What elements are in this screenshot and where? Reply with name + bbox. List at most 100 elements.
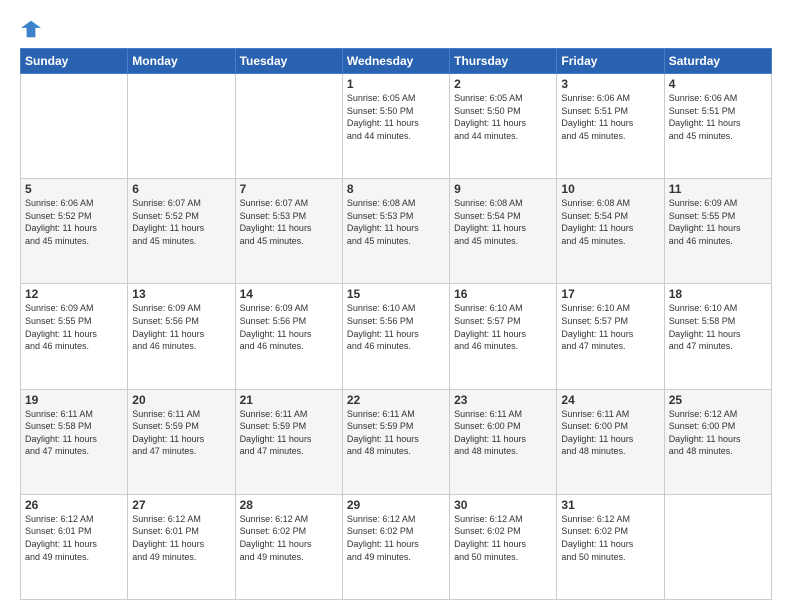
cell-info: Sunrise: 6:12 AM Sunset: 6:00 PM Dayligh… [669, 408, 767, 458]
cell-info: Sunrise: 6:06 AM Sunset: 5:52 PM Dayligh… [25, 197, 123, 247]
calendar-cell: 6Sunrise: 6:07 AM Sunset: 5:52 PM Daylig… [128, 179, 235, 284]
calendar-cell: 14Sunrise: 6:09 AM Sunset: 5:56 PM Dayli… [235, 284, 342, 389]
calendar-cell: 9Sunrise: 6:08 AM Sunset: 5:54 PM Daylig… [450, 179, 557, 284]
calendar-cell: 31Sunrise: 6:12 AM Sunset: 6:02 PM Dayli… [557, 494, 664, 599]
calendar-body: 1Sunrise: 6:05 AM Sunset: 5:50 PM Daylig… [21, 74, 772, 600]
cell-day-number: 23 [454, 393, 552, 407]
header-day-wednesday: Wednesday [342, 49, 449, 74]
cell-day-number: 21 [240, 393, 338, 407]
cell-info: Sunrise: 6:12 AM Sunset: 6:01 PM Dayligh… [25, 513, 123, 563]
cell-info: Sunrise: 6:11 AM Sunset: 6:00 PM Dayligh… [454, 408, 552, 458]
calendar-cell: 2Sunrise: 6:05 AM Sunset: 5:50 PM Daylig… [450, 74, 557, 179]
calendar-cell: 27Sunrise: 6:12 AM Sunset: 6:01 PM Dayli… [128, 494, 235, 599]
header-day-thursday: Thursday [450, 49, 557, 74]
cell-info: Sunrise: 6:06 AM Sunset: 5:51 PM Dayligh… [561, 92, 659, 142]
calendar-table: SundayMondayTuesdayWednesdayThursdayFrid… [20, 48, 772, 600]
cell-day-number: 12 [25, 287, 123, 301]
calendar-cell: 5Sunrise: 6:06 AM Sunset: 5:52 PM Daylig… [21, 179, 128, 284]
calendar-cell: 17Sunrise: 6:10 AM Sunset: 5:57 PM Dayli… [557, 284, 664, 389]
cell-info: Sunrise: 6:09 AM Sunset: 5:55 PM Dayligh… [25, 302, 123, 352]
cell-day-number: 10 [561, 182, 659, 196]
calendar-cell [235, 74, 342, 179]
cell-info: Sunrise: 6:12 AM Sunset: 6:02 PM Dayligh… [240, 513, 338, 563]
calendar-cell: 21Sunrise: 6:11 AM Sunset: 5:59 PM Dayli… [235, 389, 342, 494]
cell-info: Sunrise: 6:12 AM Sunset: 6:01 PM Dayligh… [132, 513, 230, 563]
calendar-week-2: 5Sunrise: 6:06 AM Sunset: 5:52 PM Daylig… [21, 179, 772, 284]
cell-day-number: 17 [561, 287, 659, 301]
page: SundayMondayTuesdayWednesdayThursdayFrid… [0, 0, 792, 612]
calendar-cell: 4Sunrise: 6:06 AM Sunset: 5:51 PM Daylig… [664, 74, 771, 179]
cell-day-number: 30 [454, 498, 552, 512]
header-day-tuesday: Tuesday [235, 49, 342, 74]
header-day-friday: Friday [557, 49, 664, 74]
cell-info: Sunrise: 6:12 AM Sunset: 6:02 PM Dayligh… [347, 513, 445, 563]
cell-info: Sunrise: 6:09 AM Sunset: 5:55 PM Dayligh… [669, 197, 767, 247]
cell-day-number: 19 [25, 393, 123, 407]
cell-info: Sunrise: 6:06 AM Sunset: 5:51 PM Dayligh… [669, 92, 767, 142]
calendar-cell: 16Sunrise: 6:10 AM Sunset: 5:57 PM Dayli… [450, 284, 557, 389]
calendar-cell: 8Sunrise: 6:08 AM Sunset: 5:53 PM Daylig… [342, 179, 449, 284]
cell-info: Sunrise: 6:08 AM Sunset: 5:54 PM Dayligh… [561, 197, 659, 247]
cell-info: Sunrise: 6:10 AM Sunset: 5:58 PM Dayligh… [669, 302, 767, 352]
cell-info: Sunrise: 6:07 AM Sunset: 5:52 PM Dayligh… [132, 197, 230, 247]
cell-info: Sunrise: 6:11 AM Sunset: 6:00 PM Dayligh… [561, 408, 659, 458]
calendar-cell: 12Sunrise: 6:09 AM Sunset: 5:55 PM Dayli… [21, 284, 128, 389]
cell-day-number: 6 [132, 182, 230, 196]
calendar-week-5: 26Sunrise: 6:12 AM Sunset: 6:01 PM Dayli… [21, 494, 772, 599]
cell-day-number: 22 [347, 393, 445, 407]
cell-day-number: 20 [132, 393, 230, 407]
calendar-cell [128, 74, 235, 179]
cell-day-number: 18 [669, 287, 767, 301]
cell-day-number: 29 [347, 498, 445, 512]
cell-info: Sunrise: 6:12 AM Sunset: 6:02 PM Dayligh… [561, 513, 659, 563]
calendar-cell: 3Sunrise: 6:06 AM Sunset: 5:51 PM Daylig… [557, 74, 664, 179]
cell-info: Sunrise: 6:10 AM Sunset: 5:57 PM Dayligh… [454, 302, 552, 352]
calendar-header: SundayMondayTuesdayWednesdayThursdayFrid… [21, 49, 772, 74]
calendar-week-1: 1Sunrise: 6:05 AM Sunset: 5:50 PM Daylig… [21, 74, 772, 179]
calendar-cell: 22Sunrise: 6:11 AM Sunset: 5:59 PM Dayli… [342, 389, 449, 494]
header [20, 18, 772, 40]
cell-day-number: 4 [669, 77, 767, 91]
cell-info: Sunrise: 6:11 AM Sunset: 5:59 PM Dayligh… [347, 408, 445, 458]
cell-info: Sunrise: 6:11 AM Sunset: 5:58 PM Dayligh… [25, 408, 123, 458]
cell-day-number: 15 [347, 287, 445, 301]
cell-info: Sunrise: 6:11 AM Sunset: 5:59 PM Dayligh… [240, 408, 338, 458]
calendar-cell: 25Sunrise: 6:12 AM Sunset: 6:00 PM Dayli… [664, 389, 771, 494]
cell-day-number: 27 [132, 498, 230, 512]
header-row: SundayMondayTuesdayWednesdayThursdayFrid… [21, 49, 772, 74]
calendar-week-3: 12Sunrise: 6:09 AM Sunset: 5:55 PM Dayli… [21, 284, 772, 389]
cell-day-number: 11 [669, 182, 767, 196]
calendar-cell: 26Sunrise: 6:12 AM Sunset: 6:01 PM Dayli… [21, 494, 128, 599]
calendar-cell: 13Sunrise: 6:09 AM Sunset: 5:56 PM Dayli… [128, 284, 235, 389]
cell-info: Sunrise: 6:05 AM Sunset: 5:50 PM Dayligh… [347, 92, 445, 142]
cell-day-number: 26 [25, 498, 123, 512]
cell-info: Sunrise: 6:09 AM Sunset: 5:56 PM Dayligh… [132, 302, 230, 352]
calendar-cell: 10Sunrise: 6:08 AM Sunset: 5:54 PM Dayli… [557, 179, 664, 284]
calendar-cell: 7Sunrise: 6:07 AM Sunset: 5:53 PM Daylig… [235, 179, 342, 284]
cell-info: Sunrise: 6:08 AM Sunset: 5:54 PM Dayligh… [454, 197, 552, 247]
calendar-cell: 18Sunrise: 6:10 AM Sunset: 5:58 PM Dayli… [664, 284, 771, 389]
calendar-cell: 30Sunrise: 6:12 AM Sunset: 6:02 PM Dayli… [450, 494, 557, 599]
calendar-cell: 23Sunrise: 6:11 AM Sunset: 6:00 PM Dayli… [450, 389, 557, 494]
cell-day-number: 28 [240, 498, 338, 512]
header-day-saturday: Saturday [664, 49, 771, 74]
cell-day-number: 16 [454, 287, 552, 301]
calendar-cell [21, 74, 128, 179]
logo-icon [20, 18, 42, 40]
cell-day-number: 2 [454, 77, 552, 91]
calendar-cell: 20Sunrise: 6:11 AM Sunset: 5:59 PM Dayli… [128, 389, 235, 494]
calendar-cell: 11Sunrise: 6:09 AM Sunset: 5:55 PM Dayli… [664, 179, 771, 284]
cell-info: Sunrise: 6:11 AM Sunset: 5:59 PM Dayligh… [132, 408, 230, 458]
calendar-week-4: 19Sunrise: 6:11 AM Sunset: 5:58 PM Dayli… [21, 389, 772, 494]
cell-day-number: 5 [25, 182, 123, 196]
cell-day-number: 31 [561, 498, 659, 512]
cell-day-number: 9 [454, 182, 552, 196]
cell-day-number: 14 [240, 287, 338, 301]
header-day-sunday: Sunday [21, 49, 128, 74]
cell-day-number: 1 [347, 77, 445, 91]
cell-day-number: 7 [240, 182, 338, 196]
cell-day-number: 13 [132, 287, 230, 301]
calendar-cell: 19Sunrise: 6:11 AM Sunset: 5:58 PM Dayli… [21, 389, 128, 494]
cell-day-number: 3 [561, 77, 659, 91]
cell-info: Sunrise: 6:05 AM Sunset: 5:50 PM Dayligh… [454, 92, 552, 142]
